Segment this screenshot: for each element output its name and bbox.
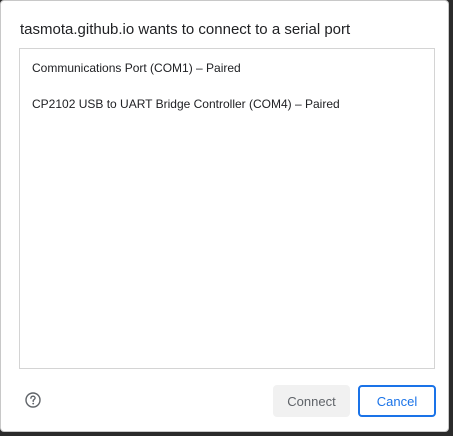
serial-port-dialog: tasmota.github.io wants to connect to a … bbox=[0, 0, 449, 432]
port-list-item[interactable]: CP2102 USB to UART Bridge Controller (CO… bbox=[32, 97, 340, 111]
port-list[interactable]: Communications Port (COM1) – Paired CP21… bbox=[19, 48, 435, 369]
connect-button[interactable]: Connect bbox=[273, 385, 350, 417]
help-icon[interactable] bbox=[25, 392, 41, 408]
dialog-title: tasmota.github.io wants to connect to a … bbox=[20, 21, 351, 38]
cancel-button[interactable]: Cancel bbox=[358, 385, 436, 417]
port-list-item[interactable]: Communications Port (COM1) – Paired bbox=[32, 61, 241, 75]
